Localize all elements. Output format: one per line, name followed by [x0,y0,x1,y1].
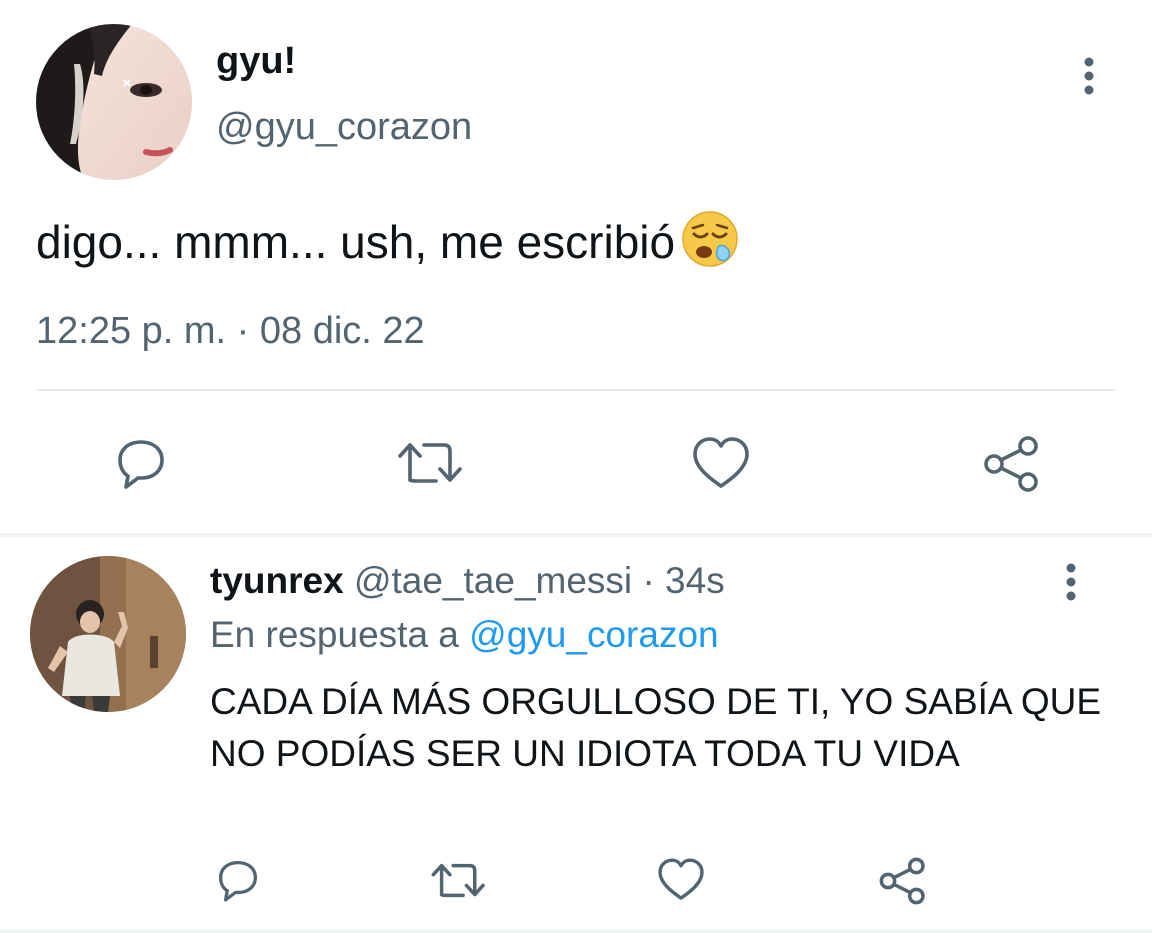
tweet-timestamp[interactable]: 12:25 p. m. · 08 dic. 22 [36,310,425,353]
reply-author-avatar[interactable] [30,556,186,712]
reply-time[interactable]: 34s [665,560,725,601]
reply-tweet-text: CADA DÍA MÁS ORGULLOSO DE TI, YO SABÍA Q… [210,681,1102,774]
replying-to: En respuesta a @gyu_corazon [210,614,719,656]
reply-like-icon[interactable] [656,856,706,903]
replying-to-prefix: En respuesta a [210,614,459,655]
like-icon[interactable] [690,434,752,492]
reply-share-icon[interactable] [878,856,928,906]
tweet-body: digo... mmm... ush, me escribió [36,216,676,268]
reply-retweet-icon[interactable] [430,858,488,903]
retweet-icon[interactable] [396,436,466,490]
reply-more-vertical-icon[interactable] [1060,562,1082,602]
section-separator [0,533,1152,537]
reply-author-handle[interactable]: @tae_tae_messi [354,560,632,601]
author-avatar[interactable] [36,24,192,180]
dot-separator: · [642,560,655,601]
replying-to-mention-link[interactable]: @gyu_corazon [469,614,718,655]
author-display-name[interactable]: gyu! [216,40,296,83]
reply-header: tyunrex @tae_tae_messi · 34s [210,560,725,602]
share-icon[interactable] [982,434,1042,494]
reply-reply-icon[interactable] [214,856,262,904]
tweet-text: digo... mmm... ush, me escribió [36,210,739,279]
reply-icon[interactable] [112,434,170,492]
reply-author-display-name[interactable]: tyunrex [210,560,344,601]
sleepy-face-emoji [681,210,739,279]
author-handle[interactable]: @gyu_corazon [216,106,472,149]
divider [36,389,1116,391]
more-vertical-icon[interactable] [1078,56,1100,96]
